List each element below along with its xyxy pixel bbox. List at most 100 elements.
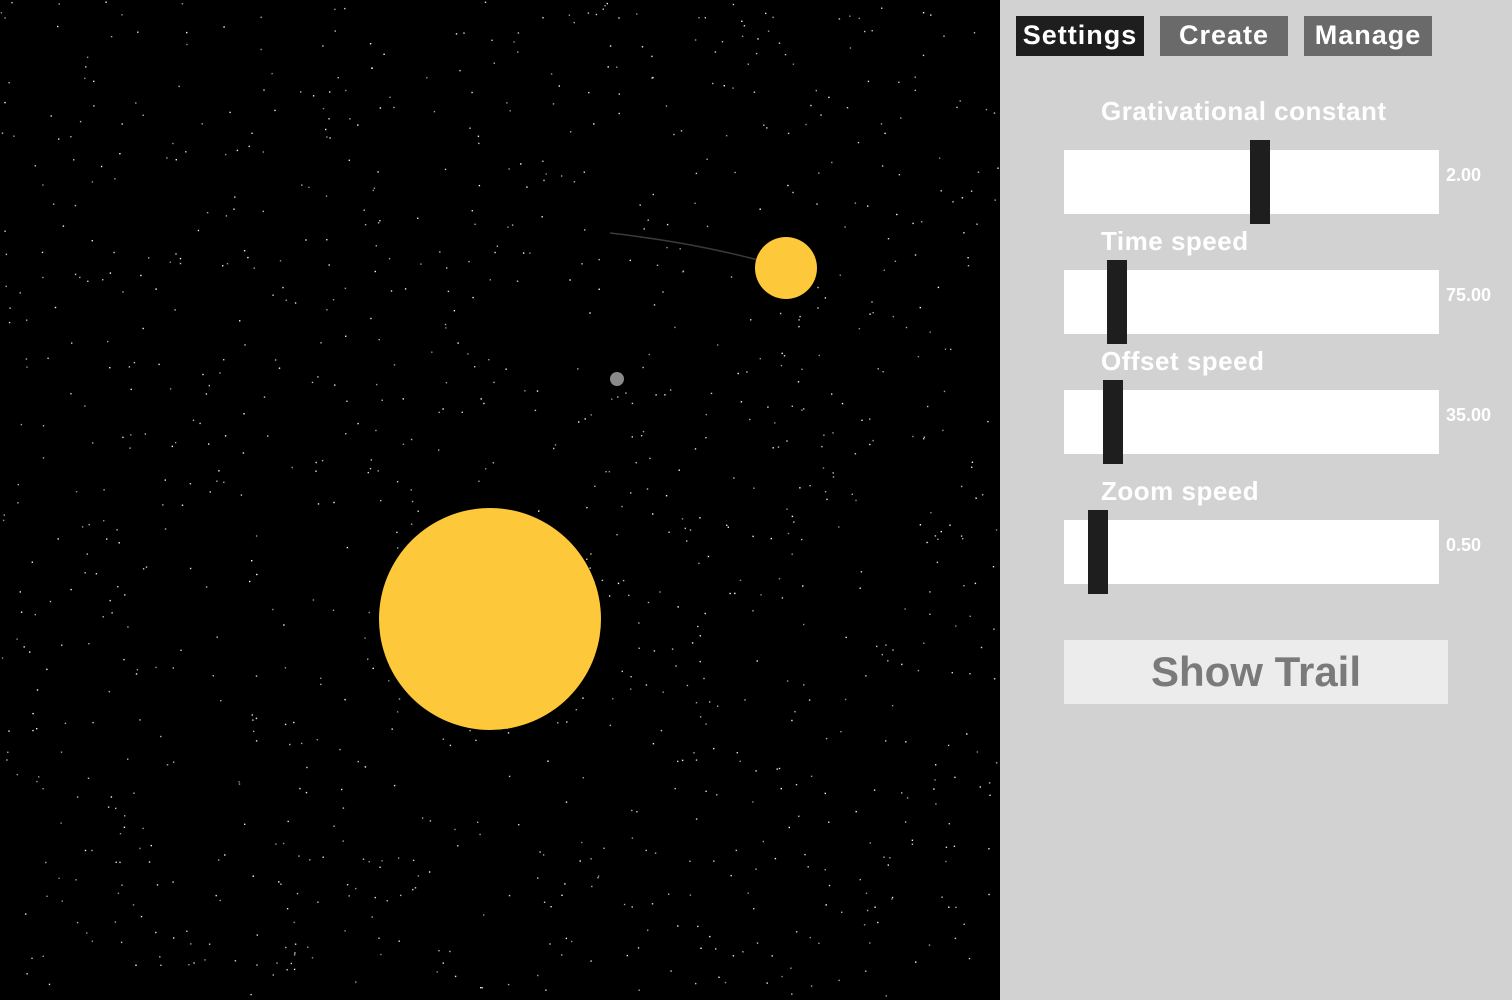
tab-settings[interactable]: Settings — [1016, 16, 1144, 56]
star-dot — [84, 849, 87, 852]
star-dot — [446, 267, 448, 269]
large-star-body[interactable] — [379, 508, 601, 730]
star-dot — [772, 447, 774, 449]
star-dot — [218, 859, 220, 861]
star-dot — [381, 399, 383, 401]
star-dot — [88, 643, 90, 645]
star-dot — [364, 637, 366, 639]
star-dot — [921, 221, 923, 223]
star-dot — [781, 352, 783, 355]
space-view[interactable] — [0, 0, 1000, 1000]
star-dot — [142, 114, 144, 116]
star-dot — [922, 12, 925, 14]
time-speed-slider[interactable] — [1064, 260, 1439, 344]
star-dot — [954, 776, 956, 779]
star-dot — [976, 751, 978, 753]
star-dot — [804, 853, 806, 856]
tab-manage[interactable]: Manage — [1304, 16, 1432, 56]
star-dot — [370, 459, 372, 461]
star-dot — [609, 724, 611, 727]
star-dot — [517, 32, 520, 34]
star-dot — [793, 521, 795, 523]
star-dot — [638, 622, 640, 624]
time-speed-thumb[interactable] — [1107, 260, 1127, 344]
star-dot — [274, 359, 277, 361]
star-dot — [740, 401, 743, 403]
star-dot — [127, 626, 129, 628]
star-dot — [891, 898, 893, 900]
star-dot — [509, 110, 511, 112]
star-dot — [980, 646, 983, 649]
star-dot — [484, 1, 487, 3]
star-dot — [388, 680, 390, 682]
gravitational-constant-thumb[interactable] — [1250, 140, 1270, 224]
star-dot — [739, 760, 741, 762]
star-dot — [677, 925, 679, 927]
star-dot — [662, 691, 664, 693]
star-dot — [144, 433, 147, 435]
star-dot — [513, 41, 515, 43]
star-dot — [762, 840, 764, 843]
star-dot — [917, 355, 920, 358]
small-star-body[interactable] — [755, 237, 817, 299]
star-dot — [608, 471, 611, 473]
star-dot — [251, 714, 253, 716]
star-dot — [488, 359, 490, 361]
star-dot — [250, 993, 252, 996]
star-dot — [697, 625, 699, 628]
star-dot — [652, 513, 654, 515]
star-dot — [103, 489, 105, 491]
star-dot — [876, 645, 878, 648]
star-dot — [831, 393, 833, 395]
star-dot — [602, 8, 604, 10]
star-dot — [537, 974, 539, 977]
star-dot — [569, 279, 571, 281]
star-dot — [796, 931, 798, 933]
star-dot — [123, 658, 125, 661]
star-dot — [625, 392, 627, 394]
star-dot — [631, 809, 633, 812]
star-dot — [671, 648, 674, 650]
star-dot — [316, 739, 318, 741]
star-dot — [312, 599, 315, 601]
star-dot — [362, 858, 365, 860]
star-dot — [717, 705, 719, 707]
star-dot — [42, 788, 44, 790]
star-dot — [491, 39, 493, 41]
star-dot — [799, 487, 801, 489]
star-dot — [16, 773, 18, 776]
star-dot — [471, 91, 473, 94]
star-dot — [873, 789, 876, 791]
simulation-canvas[interactable] — [0, 0, 1000, 1000]
zoom-speed-thumb[interactable] — [1088, 510, 1108, 594]
star-dot — [410, 438, 413, 441]
star-dot — [396, 481, 399, 483]
star-dot — [739, 579, 742, 582]
star-dot — [175, 159, 177, 161]
star-dot — [367, 471, 369, 474]
star-dot — [974, 582, 977, 585]
star-dot — [735, 849, 737, 852]
offset-speed-thumb[interactable] — [1103, 380, 1123, 464]
star-dot — [945, 846, 948, 848]
star-dot — [988, 893, 990, 896]
star-dot — [860, 571, 863, 573]
star-dot — [603, 847, 605, 849]
offset-speed-slider[interactable] — [1064, 380, 1439, 464]
star-dot — [286, 908, 289, 910]
star-dot — [189, 567, 192, 570]
star-dot — [987, 420, 989, 423]
star-dot — [795, 784, 798, 786]
star-dot — [229, 111, 231, 114]
zoom-speed-slider[interactable] — [1064, 510, 1439, 594]
star-dot — [887, 864, 889, 866]
gravitational-constant-slider[interactable] — [1064, 140, 1439, 224]
star-dot — [577, 368, 579, 370]
star-dot — [766, 127, 768, 129]
tab-create[interactable]: Create — [1160, 16, 1288, 56]
star-dot — [58, 3, 60, 5]
star-dot — [638, 647, 640, 649]
show-trail-button[interactable]: Show Trail — [1064, 640, 1448, 704]
star-dot — [971, 461, 974, 463]
moon-body[interactable] — [610, 372, 624, 386]
